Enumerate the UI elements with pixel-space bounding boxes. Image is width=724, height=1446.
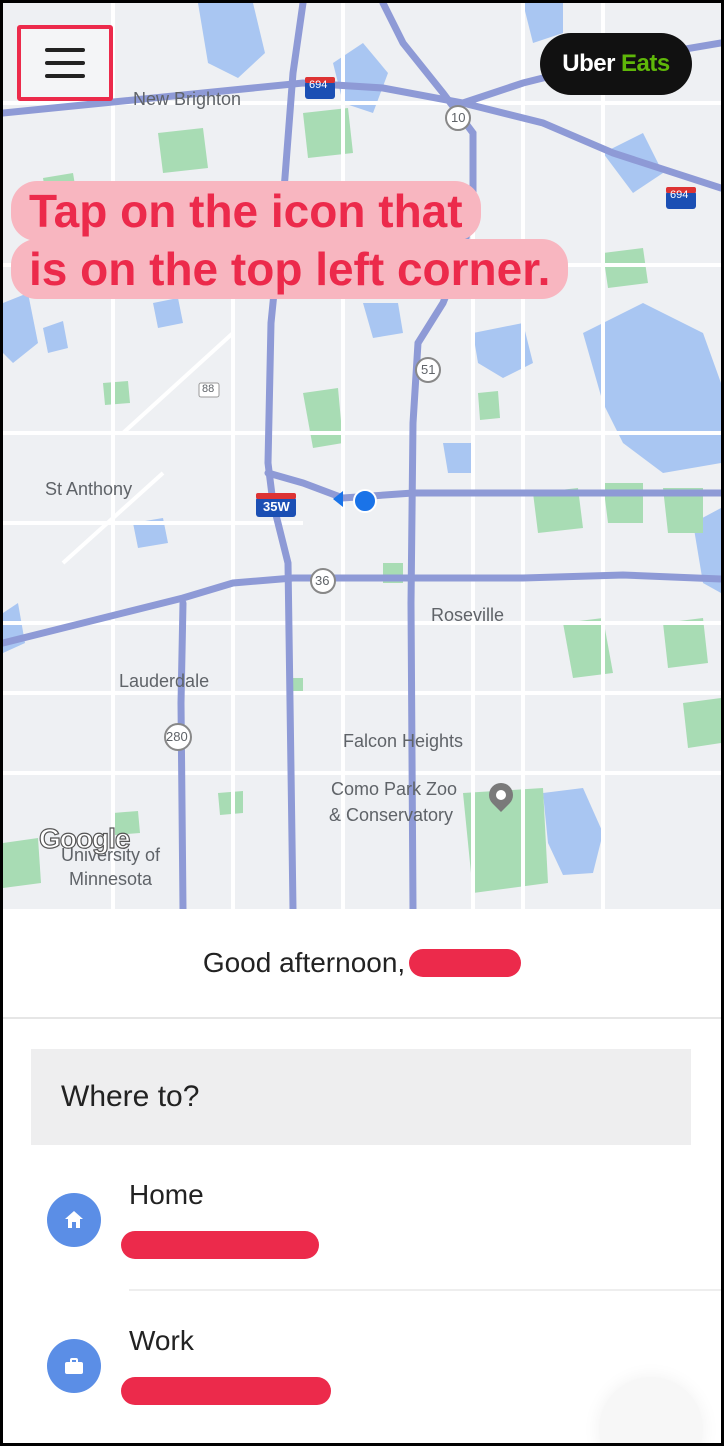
where-to-search[interactable]: Where to? xyxy=(31,1049,691,1145)
shield-36-label: 36 xyxy=(315,573,330,588)
tip-line-1: Tap on the icon that xyxy=(11,181,481,241)
current-location-icon xyxy=(353,489,377,513)
shield-10-label: 10 xyxy=(451,110,466,125)
menu-button[interactable] xyxy=(17,25,113,101)
map-graphics xyxy=(3,3,721,909)
map-label-st-anthony: St Anthony xyxy=(45,479,133,499)
tip-line-2: is on the top left corner. xyxy=(11,239,569,299)
map-label-falcon-heights: Falcon Heights xyxy=(343,731,464,751)
shield-51-label: 51 xyxy=(421,362,436,377)
map-label-new-brighton: New Brighton xyxy=(133,89,242,109)
uber-eats-brand-eats: Eats xyxy=(620,50,670,77)
saved-place-work-name: Work xyxy=(129,1325,194,1356)
redacted-home-address xyxy=(121,1231,319,1259)
map-label-roseville: Roseville xyxy=(431,605,505,625)
uber-eats-brand-uber: Uber xyxy=(562,50,615,77)
briefcase-icon xyxy=(65,1358,83,1374)
google-logo: Google xyxy=(38,822,131,854)
hamburger-menu-icon xyxy=(45,48,85,78)
app-screen: 694 10 694 51 88 35W 36 280 New Brighton… xyxy=(3,3,721,1443)
home-icon xyxy=(65,1211,83,1228)
map-label-lauderdale: Lauderdale xyxy=(119,671,210,691)
greeting-text: Good afternoon, xyxy=(202,947,406,978)
shield-88-label: 88 xyxy=(202,383,215,395)
greeting: Good afternoon, xyxy=(3,909,721,1019)
map-label-como-zoo-line1: Como Park Zoo xyxy=(331,779,458,799)
shield-35w-label: 35W xyxy=(263,499,290,514)
map-label-como-zoo-line2: & Conservatory xyxy=(329,805,454,825)
bottom-sheet: Good afternoon, Where to? Home Work xyxy=(3,909,721,1443)
places-divider xyxy=(129,1289,721,1291)
redacted-work-address xyxy=(121,1377,331,1405)
saved-place-home-name: Home xyxy=(129,1179,204,1210)
saved-place-home[interactable]: Home xyxy=(3,1161,721,1291)
shield-280-label: 280 xyxy=(166,729,188,744)
location-heading-icon xyxy=(333,491,343,507)
home-icon-badge xyxy=(47,1193,101,1247)
where-to-label: Where to? xyxy=(61,1080,200,1113)
briefcase-icon-badge xyxy=(47,1339,101,1393)
shield-694-label: 694 xyxy=(309,79,328,91)
tutorial-tip: Tap on the icon that is on the top left … xyxy=(11,181,691,299)
redacted-name xyxy=(409,949,522,977)
map-view[interactable]: 694 10 694 51 88 35W 36 280 New Brighton… xyxy=(3,3,721,909)
uber-eats-button[interactable]: Uber Eats xyxy=(540,33,692,95)
map-label-university-line2: Minnesota xyxy=(69,869,153,889)
